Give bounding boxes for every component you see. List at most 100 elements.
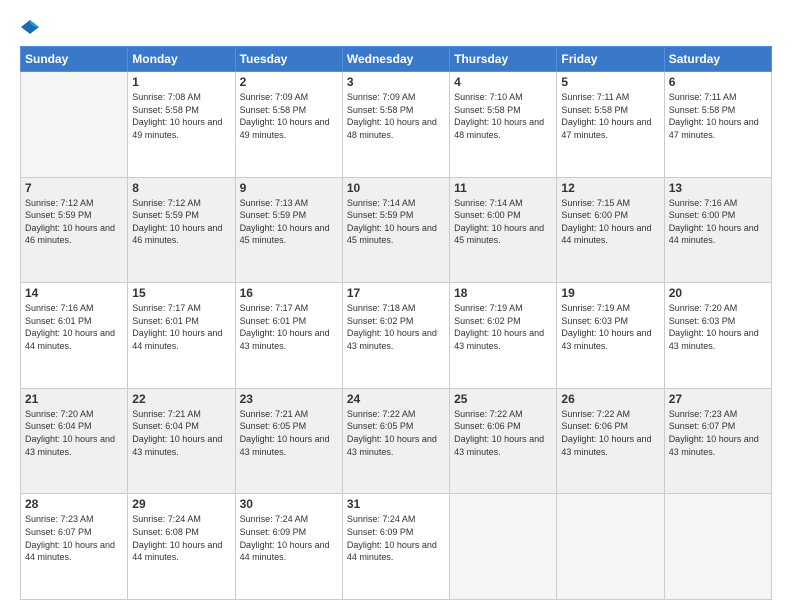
logo [20, 18, 39, 36]
page: SundayMondayTuesdayWednesdayThursdayFrid… [0, 0, 792, 612]
cell-info: Sunrise: 7:12 AMSunset: 5:59 PMDaylight:… [132, 198, 222, 246]
cell-info: Sunrise: 7:12 AMSunset: 5:59 PMDaylight:… [25, 198, 115, 246]
day-number: 29 [132, 497, 230, 511]
cell-info: Sunrise: 7:16 AMSunset: 6:00 PMDaylight:… [669, 198, 759, 246]
cell-info: Sunrise: 7:14 AMSunset: 6:00 PMDaylight:… [454, 198, 544, 246]
day-number: 7 [25, 181, 123, 195]
day-header-sunday: Sunday [21, 47, 128, 72]
cell-info: Sunrise: 7:24 AMSunset: 6:08 PMDaylight:… [132, 514, 222, 562]
day-number: 25 [454, 392, 552, 406]
calendar-cell: 7 Sunrise: 7:12 AMSunset: 5:59 PMDaylight… [21, 177, 128, 283]
cell-info: Sunrise: 7:22 AMSunset: 6:06 PMDaylight:… [454, 409, 544, 457]
day-number: 18 [454, 286, 552, 300]
day-number: 5 [561, 75, 659, 89]
cell-info: Sunrise: 7:23 AMSunset: 6:07 PMDaylight:… [25, 514, 115, 562]
calendar-cell: 30 Sunrise: 7:24 AMSunset: 6:09 PMDayligh… [235, 494, 342, 600]
day-number: 6 [669, 75, 767, 89]
day-header-monday: Monday [128, 47, 235, 72]
calendar-cell: 4 Sunrise: 7:10 AMSunset: 5:58 PMDaylight… [450, 72, 557, 178]
cell-info: Sunrise: 7:18 AMSunset: 6:02 PMDaylight:… [347, 303, 437, 351]
calendar-cell: 17 Sunrise: 7:18 AMSunset: 6:02 PMDayligh… [342, 283, 449, 389]
cell-info: Sunrise: 7:22 AMSunset: 6:06 PMDaylight:… [561, 409, 651, 457]
day-header-saturday: Saturday [664, 47, 771, 72]
cell-info: Sunrise: 7:09 AMSunset: 5:58 PMDaylight:… [240, 92, 330, 140]
cell-info: Sunrise: 7:23 AMSunset: 6:07 PMDaylight:… [669, 409, 759, 457]
calendar-cell: 14 Sunrise: 7:16 AMSunset: 6:01 PMDayligh… [21, 283, 128, 389]
calendar-cell: 5 Sunrise: 7:11 AMSunset: 5:58 PMDaylight… [557, 72, 664, 178]
calendar-cell: 19Sunrise: 7:19 AMSunset: 6:03 PMDayligh… [557, 283, 664, 389]
cell-info: Sunrise: 7:17 AMSunset: 6:01 PMDaylight:… [132, 303, 222, 351]
day-number: 22 [132, 392, 230, 406]
day-number: 26 [561, 392, 659, 406]
calendar-cell: 29 Sunrise: 7:24 AMSunset: 6:08 PMDayligh… [128, 494, 235, 600]
calendar-cell: 13 Sunrise: 7:16 AMSunset: 6:00 PMDayligh… [664, 177, 771, 283]
cell-info: Sunrise: 7:20 AMSunset: 6:04 PMDaylight:… [25, 409, 115, 457]
cell-info: Sunrise: 7:24 AMSunset: 6:09 PMDaylight:… [240, 514, 330, 562]
calendar-cell: 24 Sunrise: 7:22 AMSunset: 6:05 PMDayligh… [342, 388, 449, 494]
day-number: 16 [240, 286, 338, 300]
cell-info: Sunrise: 7:22 AMSunset: 6:05 PMDaylight:… [347, 409, 437, 457]
cell-info: Sunrise: 7:08 AMSunset: 5:58 PMDaylight:… [132, 92, 222, 140]
logo-text [20, 18, 39, 36]
calendar-cell: 2Sunrise: 7:09 AMSunset: 5:58 PMDaylight… [235, 72, 342, 178]
calendar-cell [450, 494, 557, 600]
day-number: 27 [669, 392, 767, 406]
cell-info: Sunrise: 7:19 AMSunset: 6:03 PMDaylight:… [561, 303, 651, 351]
day-number: 14 [25, 286, 123, 300]
calendar-cell: 22 Sunrise: 7:21 AMSunset: 6:04 PMDayligh… [128, 388, 235, 494]
cell-info: Sunrise: 7:10 AMSunset: 5:58 PMDaylight:… [454, 92, 544, 140]
day-header-wednesday: Wednesday [342, 47, 449, 72]
cell-info: Sunrise: 7:15 AMSunset: 6:00 PMDaylight:… [561, 198, 651, 246]
calendar-cell: 8Sunrise: 7:12 AMSunset: 5:59 PMDaylight… [128, 177, 235, 283]
calendar-cell: 31 Sunrise: 7:24 AMSunset: 6:09 PMDayligh… [342, 494, 449, 600]
day-number: 31 [347, 497, 445, 511]
day-number: 10 [347, 181, 445, 195]
day-number: 17 [347, 286, 445, 300]
day-number: 24 [347, 392, 445, 406]
calendar-cell: 26 Sunrise: 7:22 AMSunset: 6:06 PMDayligh… [557, 388, 664, 494]
day-number: 9 [240, 181, 338, 195]
day-number: 12 [561, 181, 659, 195]
calendar-cell: 15 Sunrise: 7:17 AMSunset: 6:01 PMDayligh… [128, 283, 235, 389]
cell-info: Sunrise: 7:21 AMSunset: 6:04 PMDaylight:… [132, 409, 222, 457]
calendar-cell [664, 494, 771, 600]
calendar-cell: 23 Sunrise: 7:21 AMSunset: 6:05 PMDayligh… [235, 388, 342, 494]
day-header-tuesday: Tuesday [235, 47, 342, 72]
calendar-cell [557, 494, 664, 600]
day-number: 28 [25, 497, 123, 511]
cell-info: Sunrise: 7:24 AMSunset: 6:09 PMDaylight:… [347, 514, 437, 562]
cell-info: Sunrise: 7:13 AMSunset: 5:59 PMDaylight:… [240, 198, 330, 246]
header [20, 18, 772, 36]
calendar-table: SundayMondayTuesdayWednesdayThursdayFrid… [20, 46, 772, 600]
calendar-cell: 16Sunrise: 7:17 AMSunset: 6:01 PMDayligh… [235, 283, 342, 389]
day-number: 11 [454, 181, 552, 195]
cell-info: Sunrise: 7:11 AMSunset: 5:58 PMDaylight:… [561, 92, 651, 140]
calendar-cell: 27 Sunrise: 7:23 AMSunset: 6:07 PMDayligh… [664, 388, 771, 494]
calendar-cell: 28 Sunrise: 7:23 AMSunset: 6:07 PMDayligh… [21, 494, 128, 600]
calendar-cell: 9 Sunrise: 7:13 AMSunset: 5:59 PMDaylight… [235, 177, 342, 283]
day-number: 23 [240, 392, 338, 406]
day-header-thursday: Thursday [450, 47, 557, 72]
cell-info: Sunrise: 7:09 AMSunset: 5:58 PMDaylight:… [347, 92, 437, 140]
cell-info: Sunrise: 7:21 AMSunset: 6:05 PMDaylight:… [240, 409, 330, 457]
day-number: 3 [347, 75, 445, 89]
calendar-cell: 21Sunrise: 7:20 AMSunset: 6:04 PMDayligh… [21, 388, 128, 494]
cell-info: Sunrise: 7:16 AMSunset: 6:01 PMDaylight:… [25, 303, 115, 351]
cell-info: Sunrise: 7:19 AMSunset: 6:02 PMDaylight:… [454, 303, 544, 351]
day-number: 4 [454, 75, 552, 89]
cell-info: Sunrise: 7:14 AMSunset: 5:59 PMDaylight:… [347, 198, 437, 246]
calendar-cell: 3 Sunrise: 7:09 AMSunset: 5:58 PMDaylight… [342, 72, 449, 178]
day-header-friday: Friday [557, 47, 664, 72]
calendar-cell [21, 72, 128, 178]
day-number: 30 [240, 497, 338, 511]
calendar-cell: 10 Sunrise: 7:14 AMSunset: 5:59 PMDayligh… [342, 177, 449, 283]
cell-info: Sunrise: 7:11 AMSunset: 5:58 PMDaylight:… [669, 92, 759, 140]
day-number: 1 [132, 75, 230, 89]
calendar-cell: 11 Sunrise: 7:14 AMSunset: 6:00 PMDayligh… [450, 177, 557, 283]
calendar-cell: 6 Sunrise: 7:11 AMSunset: 5:58 PMDaylight… [664, 72, 771, 178]
day-number: 15 [132, 286, 230, 300]
calendar-cell: 20 Sunrise: 7:20 AMSunset: 6:03 PMDayligh… [664, 283, 771, 389]
day-number: 20 [669, 286, 767, 300]
cell-info: Sunrise: 7:20 AMSunset: 6:03 PMDaylight:… [669, 303, 759, 351]
day-number: 13 [669, 181, 767, 195]
